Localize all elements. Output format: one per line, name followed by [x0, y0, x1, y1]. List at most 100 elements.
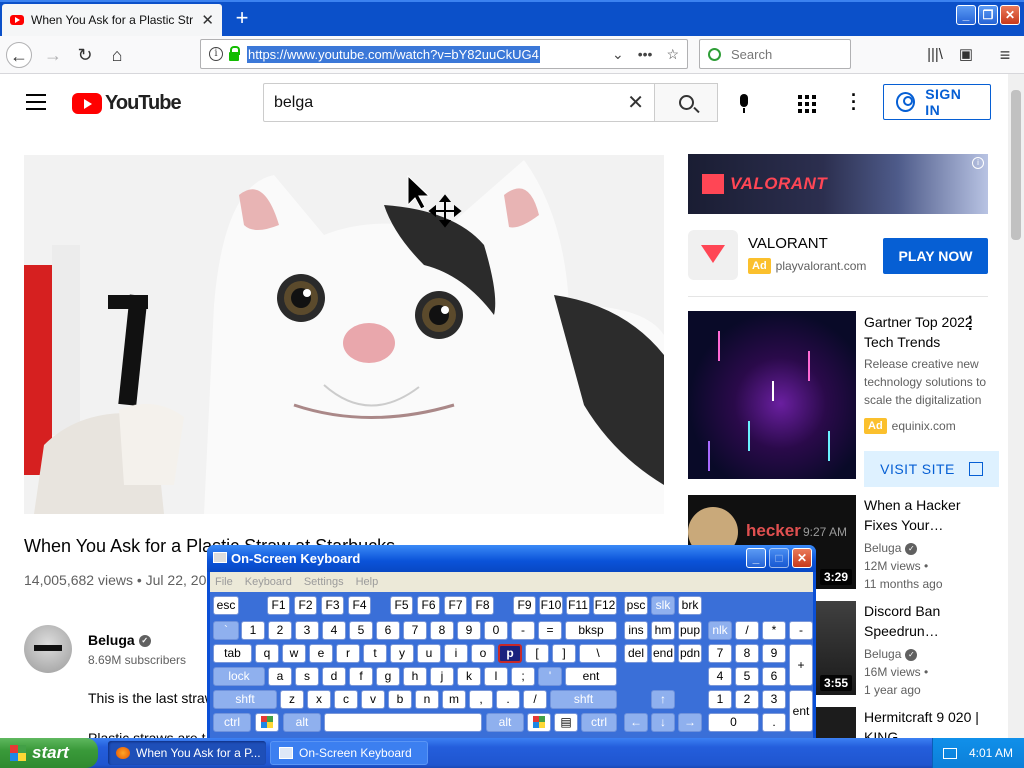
channel-name[interactable]: Beluga ✓ — [88, 632, 151, 648]
key-right-windows[interactable] — [527, 713, 551, 732]
key-f6[interactable]: F6 — [417, 596, 440, 615]
key-d[interactable]: d — [322, 667, 346, 686]
key-numpad-0[interactable]: 0 — [708, 713, 759, 732]
key-numpad-2[interactable]: 2 — [735, 690, 759, 709]
key-e[interactable]: e — [309, 644, 333, 663]
key-3[interactable]: 3 — [295, 621, 319, 640]
minimize-button[interactable]: _ — [956, 5, 976, 25]
key-psc[interactable]: psc — [624, 596, 648, 615]
menu-keyboard[interactable]: Keyboard — [245, 576, 292, 588]
key-numpad-5[interactable]: 5 — [735, 667, 759, 686]
key-7[interactable]: 7 — [403, 621, 427, 640]
key-8[interactable]: 8 — [430, 621, 454, 640]
menu-help[interactable]: Help — [356, 576, 379, 588]
browser-search-input[interactable]: Search — [699, 39, 851, 69]
back-arrow-icon[interactable]: ← — [6, 42, 32, 68]
url-bar[interactable]: i https://www.youtube.com/watch?v=bY82uu… — [200, 39, 688, 69]
menu-settings[interactable]: Settings — [304, 576, 344, 588]
key-p[interactable]: p — [498, 644, 522, 663]
key-left-alt[interactable]: alt — [283, 713, 321, 732]
key-home[interactable]: hm — [651, 621, 675, 640]
key-brk[interactable]: brk — [678, 596, 702, 615]
voice-search-icon[interactable] — [738, 94, 750, 114]
key-f4[interactable]: F4 — [348, 596, 371, 615]
visit-site-button[interactable]: VISIT SITE — [864, 451, 999, 487]
osk-close-button[interactable]: ✕ — [792, 548, 812, 568]
menu-file[interactable]: File — [215, 576, 233, 588]
key-caps-lock[interactable]: lock — [213, 667, 265, 686]
osk-titlebar[interactable]: On-Screen Keyboard _ □ ✕ — [207, 545, 816, 572]
key-arrow-right[interactable]: → — [678, 713, 702, 732]
apps-grid-icon[interactable] — [798, 95, 816, 113]
key-numpad-multiply[interactable]: * — [762, 621, 786, 640]
tab-close-icon[interactable]: ✕ — [201, 11, 214, 29]
start-button[interactable]: start — [0, 738, 98, 768]
key-tab[interactable]: tab — [213, 644, 252, 663]
more-options-icon[interactable]: · · · — [968, 310, 973, 338]
key-esc[interactable]: esc — [213, 596, 239, 615]
key-6[interactable]: 6 — [376, 621, 400, 640]
key-k[interactable]: k — [457, 667, 481, 686]
key-f[interactable]: f — [349, 667, 373, 686]
equinix-ad-thumbnail[interactable] — [688, 311, 856, 479]
key-f12[interactable]: F12 — [593, 596, 617, 615]
key-h[interactable]: h — [403, 667, 427, 686]
key-insert[interactable]: ins — [624, 621, 648, 640]
scrollbar-thumb[interactable] — [1011, 90, 1021, 240]
key-g[interactable]: g — [376, 667, 400, 686]
key-numpad-8[interactable]: 8 — [735, 644, 759, 663]
video-title[interactable]: Discord Ban Speedrun… — [864, 601, 994, 641]
key-l[interactable]: l — [484, 667, 508, 686]
key-right-shift[interactable]: shft — [550, 690, 617, 709]
key-f9[interactable]: F9 — [513, 596, 536, 615]
restore-button[interactable]: ❐ — [978, 5, 998, 25]
key-num-lock[interactable]: nlk — [708, 621, 732, 640]
key-enter[interactable]: ent — [565, 667, 617, 686]
key-v[interactable]: v — [361, 690, 385, 709]
sign-in-button[interactable]: SIGN IN — [883, 84, 991, 120]
key-delete[interactable]: del — [624, 644, 648, 663]
key-page-down[interactable]: pdn — [678, 644, 702, 663]
key-space[interactable] — [324, 713, 482, 732]
key-m[interactable]: m — [442, 690, 466, 709]
play-now-button[interactable]: PLAY NOW — [883, 238, 988, 274]
key-q[interactable]: q — [255, 644, 279, 663]
menu-hamburger-icon[interactable]: ≡ — [992, 42, 1018, 68]
key-x[interactable]: x — [307, 690, 331, 709]
key-numpad-enter[interactable]: ent — [789, 690, 813, 732]
key-numpad-3[interactable]: 3 — [762, 690, 786, 709]
browser-tab[interactable]: When You Ask for a Plastic Straw ✕ — [2, 4, 222, 36]
ad-title[interactable]: Gartner Top 2022 Tech Trends — [864, 312, 984, 352]
page-scrollbar[interactable] — [1008, 74, 1024, 738]
key-numpad-1[interactable]: 1 — [708, 690, 732, 709]
key-right-alt[interactable]: alt — [486, 713, 524, 732]
key-w[interactable]: w — [282, 644, 306, 663]
key-left-windows[interactable] — [255, 713, 279, 732]
key-o[interactable]: o — [471, 644, 495, 663]
youtube-search-button[interactable] — [654, 83, 718, 122]
key-9[interactable]: 9 — [457, 621, 481, 640]
key-j[interactable]: j — [430, 667, 454, 686]
home-icon[interactable]: ⌂ — [104, 42, 130, 68]
reload-icon[interactable]: ↻ — [72, 42, 98, 68]
url-text[interactable]: https://www.youtube.com/watch?v=bY82uuCk… — [247, 45, 540, 63]
key-left-bracket[interactable]: [ — [525, 644, 549, 663]
forward-arrow-icon[interactable]: → — [40, 42, 66, 68]
guide-menu-icon[interactable] — [26, 94, 46, 110]
key-numpad-6[interactable]: 6 — [762, 667, 786, 686]
ad-title[interactable]: VALORANT — [748, 235, 828, 252]
page-actions-icon[interactable]: ••• — [638, 46, 653, 63]
key-arrow-down[interactable]: ↓ — [651, 713, 675, 732]
channel-avatar[interactable] — [24, 625, 72, 673]
network-monitor-icon[interactable] — [943, 747, 957, 759]
key-f5[interactable]: F5 — [390, 596, 413, 615]
key-left-shift[interactable]: shft — [213, 690, 277, 709]
youtube-logo[interactable]: YouTube — [72, 92, 182, 115]
key-right-ctrl[interactable]: ctrl — [581, 713, 617, 732]
key-period[interactable]: . — [496, 690, 520, 709]
key-z[interactable]: z — [280, 690, 304, 709]
key-quote[interactable]: ' — [538, 667, 562, 686]
key-arrow-left[interactable]: ← — [624, 713, 648, 732]
key-y[interactable]: y — [390, 644, 414, 663]
ad-info-icon[interactable]: i — [972, 157, 984, 169]
